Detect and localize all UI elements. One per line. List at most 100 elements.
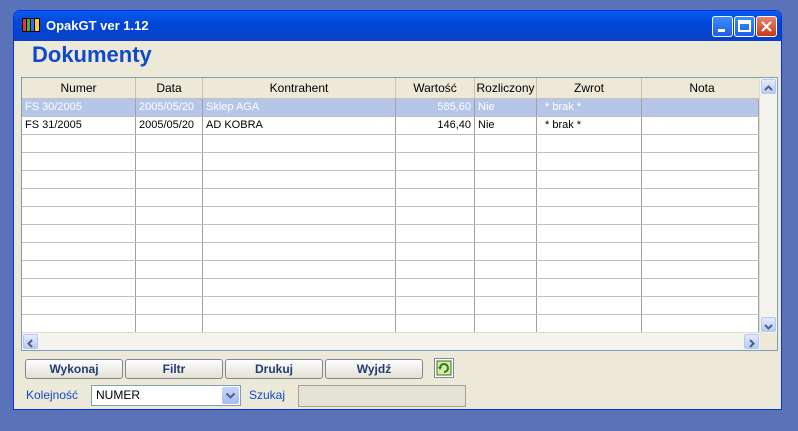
column-header-numer[interactable]: Numer [22, 78, 136, 98]
cell-empty [22, 171, 136, 188]
minimize-button[interactable] [712, 16, 733, 37]
cell-zwrot: * brak * [537, 117, 642, 134]
table-row-empty[interactable] [22, 207, 762, 225]
cell-empty [203, 279, 396, 296]
table-row-empty[interactable] [22, 171, 762, 189]
horizontal-scrollbar[interactable] [22, 332, 762, 350]
table-row-empty[interactable] [22, 153, 762, 171]
scroll-down-button[interactable] [761, 317, 776, 332]
table-row-empty[interactable] [22, 243, 762, 261]
cell-empty [136, 153, 203, 170]
cell-empty [475, 261, 537, 278]
cell-empty [642, 225, 759, 242]
cell-empty [203, 225, 396, 242]
cell-empty [203, 207, 396, 224]
cell-empty [475, 297, 537, 314]
filter-button[interactable]: Filtr [125, 359, 223, 379]
cell-empty [475, 279, 537, 296]
cell-empty [22, 279, 136, 296]
table-row-empty[interactable] [22, 315, 762, 333]
table-row-empty[interactable] [22, 225, 762, 243]
cell-data: 2005/05/20 [136, 99, 203, 116]
close-icon [761, 21, 772, 32]
scrollbar-corner [760, 333, 777, 350]
cell-empty [396, 243, 475, 260]
cell-empty [396, 279, 475, 296]
cell-empty [22, 153, 136, 170]
column-header-kontrahent[interactable]: Kontrahent [203, 78, 396, 98]
cell-empty [22, 315, 136, 332]
cell-empty [537, 189, 642, 206]
cell-empty [396, 297, 475, 314]
cell-empty [203, 153, 396, 170]
table-row[interactable]: FS 31/2005 2005/05/20 AD KOBRA 146,40 Ni… [22, 117, 762, 135]
table-row-empty[interactable] [22, 279, 762, 297]
table-row-empty[interactable] [22, 297, 762, 315]
table-row-empty[interactable] [22, 261, 762, 279]
dropdown-button[interactable] [222, 387, 239, 404]
cell-empty [136, 261, 203, 278]
page-title: Dokumenty [32, 42, 152, 67]
column-header-zwrot[interactable]: Zwrot [537, 78, 642, 98]
cell-empty [475, 189, 537, 206]
cell-empty [203, 297, 396, 314]
cell-empty [136, 297, 203, 314]
cell-empty [475, 315, 537, 332]
cell-empty [396, 135, 475, 152]
cell-empty [203, 243, 396, 260]
cell-empty [475, 243, 537, 260]
scroll-left-button[interactable] [23, 334, 38, 349]
cell-empty [22, 261, 136, 278]
cell-empty [642, 171, 759, 188]
table-row-empty[interactable] [22, 135, 762, 153]
minimize-icon [718, 29, 725, 32]
cell-empty [396, 153, 475, 170]
refresh-icon [436, 360, 452, 376]
maximize-button[interactable] [734, 16, 755, 37]
column-header-data[interactable]: Data [136, 78, 203, 98]
cell-empty [642, 279, 759, 296]
cell-empty [396, 261, 475, 278]
cell-empty [537, 225, 642, 242]
print-button[interactable]: Drukuj [225, 359, 323, 379]
cell-empty [642, 297, 759, 314]
cell-empty [396, 171, 475, 188]
cell-empty [475, 207, 537, 224]
refresh-button[interactable] [434, 358, 454, 378]
documents-table[interactable]: Numer Data Kontrahent Wartość Rozliczony… [21, 77, 778, 351]
execute-button[interactable]: Wykonaj [25, 359, 123, 379]
cell-numer: FS 30/2005 [22, 99, 136, 116]
scroll-right-button[interactable] [744, 334, 759, 349]
cell-rozliczony: Nie [475, 99, 537, 116]
order-select[interactable]: NUMER [91, 385, 241, 406]
cell-empty [396, 207, 475, 224]
cell-empty [642, 207, 759, 224]
cell-empty [22, 135, 136, 152]
close-button[interactable] [756, 16, 777, 37]
column-header-wartosc[interactable]: Wartość [396, 78, 475, 98]
table-row[interactable]: FS 30/2005 2005/05/20 Sklep AGA 585,60 N… [22, 99, 762, 117]
cell-empty [396, 189, 475, 206]
cell-empty [203, 315, 396, 332]
title-bar[interactable]: OpakGT ver 1.12 [14, 11, 781, 41]
table-row-empty[interactable] [22, 189, 762, 207]
chevron-left-icon [27, 339, 33, 348]
cell-empty [396, 225, 475, 242]
cell-rozliczony: Nie [475, 117, 537, 134]
scroll-up-button[interactable] [761, 79, 776, 94]
column-header-nota[interactable]: Nota [642, 78, 762, 98]
column-header-rozliczony[interactable]: Rozliczony [475, 78, 537, 98]
vertical-scrollbar[interactable] [759, 78, 777, 334]
maximize-icon [738, 20, 751, 32]
search-input[interactable] [298, 385, 466, 407]
cell-data: 2005/05/20 [136, 117, 203, 134]
table-header: Numer Data Kontrahent Wartość Rozliczony… [22, 78, 762, 99]
cell-empty [203, 171, 396, 188]
cell-zwrot: * brak * [537, 99, 642, 116]
exit-button[interactable]: Wyjdź [325, 359, 423, 379]
cell-empty [136, 315, 203, 332]
cell-empty [537, 207, 642, 224]
app-window: OpakGT ver 1.12 Dokumenty Numer Data Kon… [13, 10, 782, 410]
cell-empty [22, 189, 136, 206]
cell-empty [136, 135, 203, 152]
